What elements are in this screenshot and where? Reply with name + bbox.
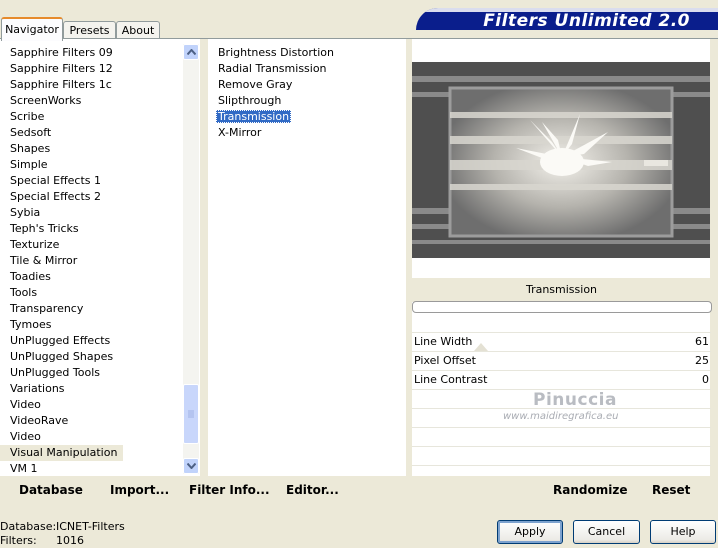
category-item[interactable]: UnPlugged Tools bbox=[0, 365, 182, 381]
param-row-line-contrast[interactable]: Line Contrast 0 bbox=[412, 371, 711, 390]
help-button[interactable]: Help bbox=[650, 520, 716, 544]
param-empty-row bbox=[412, 447, 711, 466]
preview-image bbox=[412, 62, 710, 258]
banner-title: Filters Unlimited 2.0 bbox=[483, 11, 690, 30]
scroll-up-button[interactable] bbox=[183, 44, 199, 60]
param-label: Line Width bbox=[414, 335, 473, 348]
category-item[interactable]: Tools bbox=[0, 285, 182, 301]
category-item[interactable]: Scribe bbox=[0, 109, 182, 125]
slider-pointer-icon[interactable] bbox=[474, 343, 488, 351]
filter-item[interactable]: Radial Transmission bbox=[214, 61, 404, 77]
filter-item-label: Brightness Distortion bbox=[218, 46, 334, 59]
reset-button[interactable]: Reset bbox=[652, 483, 690, 497]
param-value[interactable]: 25 bbox=[695, 352, 709, 370]
category-item[interactable]: Sybia bbox=[0, 205, 182, 221]
category-item[interactable]: Special Effects 1 bbox=[0, 173, 182, 189]
category-item[interactable]: Transparency bbox=[0, 301, 182, 317]
import-button[interactable]: Import... bbox=[110, 483, 169, 497]
filter-item[interactable]: X-Mirror bbox=[214, 125, 404, 141]
preview-filter-title: Transmission bbox=[412, 278, 711, 302]
column-separator bbox=[710, 39, 718, 476]
category-item[interactable]: Sapphire Filters 1c bbox=[0, 77, 182, 93]
filter-item-label: Radial Transmission bbox=[218, 62, 327, 75]
category-item[interactable]: Sedsoft bbox=[0, 125, 182, 141]
database-button[interactable]: Database bbox=[19, 483, 83, 497]
category-item[interactable]: Simple bbox=[0, 157, 182, 173]
filters-count-value: 1016 bbox=[56, 534, 84, 547]
param-label: Line Contrast bbox=[414, 373, 488, 386]
category-item[interactable]: ScreenWorks bbox=[0, 93, 182, 109]
filters-count-label: Filters: bbox=[0, 534, 37, 547]
filter-info-button[interactable]: Filter Info... bbox=[189, 483, 270, 497]
category-item[interactable]: VM 1 bbox=[0, 461, 182, 477]
filter-item[interactable]: Transmission bbox=[214, 109, 404, 125]
watermark-name: Pinuccia bbox=[533, 390, 617, 410]
filter-item[interactable]: Remove Gray bbox=[214, 77, 404, 93]
tab-about[interactable]: About bbox=[116, 21, 160, 39]
grip-icon bbox=[188, 410, 194, 418]
category-item[interactable]: Teph's Tricks bbox=[0, 221, 182, 237]
cancel-button[interactable]: Cancel bbox=[573, 520, 640, 544]
param-value[interactable]: 61 bbox=[695, 333, 709, 351]
category-item[interactable]: Video bbox=[0, 397, 182, 413]
tab-presets[interactable]: Presets bbox=[63, 21, 116, 39]
randomize-button[interactable]: Randomize bbox=[553, 483, 627, 497]
chevron-down-icon bbox=[186, 463, 196, 469]
category-item[interactable]: Visual Manipulation bbox=[0, 445, 124, 461]
param-row-line-width[interactable]: Line Width 61 bbox=[412, 333, 711, 352]
category-item[interactable]: Texturize bbox=[0, 237, 182, 253]
bottom-toolbar: Database Import... Filter Info... Editor… bbox=[0, 476, 718, 506]
category-item[interactable]: Tile & Mirror bbox=[0, 253, 182, 269]
chevron-up-icon bbox=[186, 49, 196, 55]
category-item[interactable]: Special Effects 2 bbox=[0, 189, 182, 205]
category-item[interactable]: UnPlugged Effects bbox=[0, 333, 182, 349]
scroll-thumb[interactable] bbox=[183, 384, 199, 444]
apply-button[interactable]: Apply bbox=[497, 520, 563, 544]
category-item[interactable]: Tymoes bbox=[0, 317, 182, 333]
category-scrollbar[interactable] bbox=[183, 44, 199, 474]
filter-list[interactable]: Brightness Distortion Radial Transmission… bbox=[214, 45, 404, 141]
editor-button[interactable]: Editor... bbox=[286, 483, 339, 497]
tab-navigator[interactable]: Navigator bbox=[1, 17, 63, 41]
category-item[interactable]: Video bbox=[0, 429, 182, 445]
database-label: Database: bbox=[0, 520, 57, 533]
category-list[interactable]: Sapphire Filters 09 Sapphire Filters 12 Sa… bbox=[0, 45, 182, 477]
category-item[interactable]: Sapphire Filters 12 bbox=[0, 61, 182, 77]
progress-bar bbox=[412, 301, 712, 313]
category-item[interactable]: Toadies bbox=[0, 269, 182, 285]
filter-item-label: Transmission bbox=[216, 110, 292, 123]
category-item[interactable]: Variations bbox=[0, 381, 182, 397]
column-separator bbox=[200, 39, 208, 476]
filter-item-label: Slipthrough bbox=[218, 94, 282, 107]
category-item[interactable]: Shapes bbox=[0, 141, 182, 157]
param-row-pixel-offset[interactable]: Pixel Offset 25 bbox=[412, 352, 711, 371]
scroll-down-button[interactable] bbox=[183, 458, 199, 474]
database-value: ICNET-Filters bbox=[56, 520, 125, 533]
param-spacer bbox=[412, 314, 711, 333]
param-label: Pixel Offset bbox=[414, 354, 476, 367]
filter-item-label: X-Mirror bbox=[218, 126, 262, 139]
category-item[interactable]: Sapphire Filters 09 bbox=[0, 45, 182, 61]
watermark-url: www.maidiregrafica.eu bbox=[503, 411, 619, 422]
param-empty-row bbox=[412, 428, 711, 447]
title-banner: Filters Unlimited 2.0 bbox=[416, 8, 718, 30]
category-item[interactable]: UnPlugged Shapes bbox=[0, 349, 182, 365]
filter-item-label: Remove Gray bbox=[218, 78, 293, 91]
preview-artwork bbox=[412, 62, 710, 258]
filter-item[interactable]: Slipthrough bbox=[214, 93, 404, 109]
param-value[interactable]: 0 bbox=[702, 371, 709, 389]
category-item[interactable]: VideoRave bbox=[0, 413, 182, 429]
filter-item[interactable]: Brightness Distortion bbox=[214, 45, 404, 61]
